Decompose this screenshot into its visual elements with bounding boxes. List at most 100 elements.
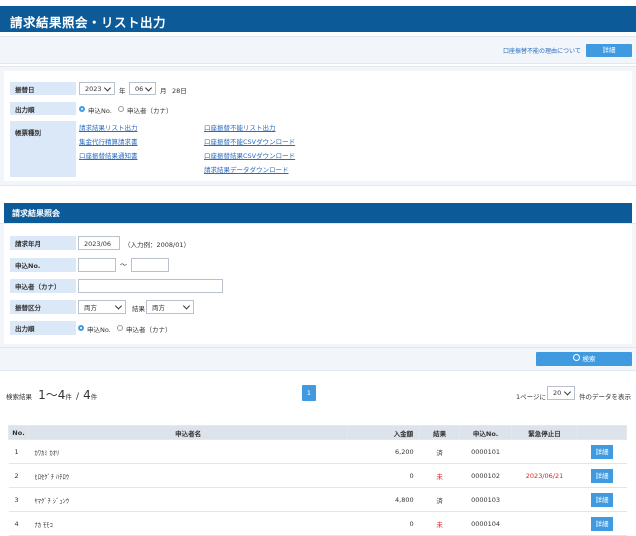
result-total-unit: 件 bbox=[90, 393, 98, 401]
order2-option-appno: 申込No. bbox=[87, 326, 111, 334]
row-stop-date: 2023/06/21 bbox=[511, 463, 578, 488]
year-select[interactable]: 2023 bbox=[79, 82, 115, 95]
row-amount: 0 bbox=[347, 463, 420, 488]
billing-month-hint: （入力例：2008/01） bbox=[124, 241, 191, 249]
result-total: 4 bbox=[83, 388, 91, 402]
row-action-cell: 詳細 bbox=[577, 439, 627, 464]
per-page-suffix: 件のデータを表示 bbox=[579, 393, 631, 401]
result-summary: 検索結果 1〜4件 / 4件 bbox=[6, 386, 206, 402]
row-name: ﾋﾛｾｸﾞﾁ ﾊﾁﾛｳ bbox=[28, 463, 348, 488]
row-result: 未 bbox=[419, 463, 460, 488]
row-amount: 6,200 bbox=[347, 439, 420, 464]
result-unit: 件 bbox=[65, 393, 72, 401]
col-no: No. bbox=[8, 425, 29, 440]
month-unit: 月 bbox=[160, 87, 167, 95]
link-collection-statement[interactable]: 集金代行精算請求書 bbox=[79, 136, 138, 146]
row-name: ｶﾜｶﾐ ｶｵﾘ bbox=[28, 439, 348, 464]
chevron-down-icon bbox=[114, 302, 123, 310]
applicant-kana-label: 申込者（カナ） bbox=[10, 279, 76, 293]
row-result: 未 bbox=[419, 511, 460, 536]
inquiry-section-title: 請求結果照会 bbox=[12, 209, 60, 218]
output-form-panel: 振替日 2023 年 06 月 28日 出力順 申込No. 申込者（カナ） 帳票… bbox=[0, 66, 636, 186]
result-slash: / bbox=[75, 392, 79, 402]
order2-radio-kana[interactable] bbox=[117, 325, 123, 331]
row-detail-button[interactable]: 詳細 bbox=[591, 468, 613, 483]
top-info-bar: 口座振替不能の理由について 詳細 bbox=[0, 36, 636, 64]
search-button[interactable]: 検索 bbox=[536, 352, 632, 366]
range-separator: 〜 bbox=[120, 261, 127, 269]
row-amount: 4,800 bbox=[347, 487, 420, 512]
row-name: ﾔﾏｸﾞﾁ ｼﾞｭﾝｳ bbox=[28, 487, 348, 512]
table-row: 4 ﾅｶ ﾓﾓｺ 0 未 0000104 詳細 bbox=[8, 511, 627, 536]
per-page-prefix: 1ページに bbox=[516, 393, 547, 401]
chevron-down-icon bbox=[144, 83, 153, 92]
row-stop-date bbox=[511, 487, 578, 512]
output-form-box: 振替日 2023 年 06 月 28日 出力順 申込No. 申込者（カナ） 帳票… bbox=[4, 71, 632, 181]
col-app-no: 申込No. bbox=[459, 425, 513, 440]
chevron-down-icon bbox=[182, 302, 191, 310]
row-app-no: 0000102 bbox=[459, 463, 512, 488]
row-action-cell: 詳細 bbox=[577, 511, 627, 536]
inquiry-form-panel: 請求年月 2023/06 （入力例：2008/01） 申込No. 〜 申込者（カ… bbox=[0, 223, 636, 349]
output-order-label-2: 出力順 bbox=[10, 321, 76, 335]
results-table: No. 申込者名 入金額 結果 申込No. 緊急停止日 1 ｶﾜｶﾐ ｶｵﾘ 6… bbox=[8, 425, 627, 536]
result-range: 1〜4 bbox=[38, 388, 66, 402]
transfer-type-label: 振替区分 bbox=[10, 300, 76, 314]
chevron-down-icon bbox=[103, 83, 112, 92]
app-no-label: 申込No. bbox=[10, 258, 76, 272]
row-action-cell: 詳細 bbox=[577, 463, 627, 488]
result-summary-label: 検索結果 bbox=[6, 393, 32, 401]
reason-detail-button[interactable]: 詳細 bbox=[586, 44, 632, 57]
table-header-row: No. 申込者名 入金額 結果 申込No. 緊急停止日 bbox=[8, 425, 627, 440]
chevron-down-icon bbox=[563, 388, 572, 396]
row-detail-button[interactable]: 詳細 bbox=[591, 492, 613, 507]
pagination-page-1[interactable]: 1 bbox=[302, 385, 316, 401]
billing-month-label: 請求年月 bbox=[10, 236, 76, 250]
row-action-cell: 詳細 bbox=[577, 487, 627, 512]
col-name: 申込者名 bbox=[27, 425, 349, 440]
row-detail-button[interactable]: 詳細 bbox=[591, 516, 613, 531]
order-option-kana: 申込者（カナ） bbox=[127, 107, 173, 115]
per-page-select[interactable]: 20 bbox=[547, 386, 575, 400]
app-no-to-input[interactable] bbox=[131, 258, 169, 272]
col-action bbox=[577, 425, 627, 440]
search-icon bbox=[572, 354, 580, 361]
table-row: 2 ﾋﾛｾｸﾞﾁ ﾊﾁﾛｳ 0 未 0000102 2023/06/21 詳細 bbox=[8, 463, 627, 488]
link-transfer-failure-list[interactable]: 口座振替不能リスト出力 bbox=[204, 122, 276, 132]
link-transfer-result-csv[interactable]: 口座振替結果CSVダウンロード bbox=[204, 150, 295, 160]
result-select[interactable]: 両方 bbox=[146, 300, 194, 314]
table-row: 3 ﾔﾏｸﾞﾁ ｼﾞｭﾝｳ 4,800 済 0000103 詳細 bbox=[8, 487, 627, 512]
order-radio-appno[interactable] bbox=[79, 106, 85, 112]
inquiry-section-header: 請求結果照会 bbox=[4, 203, 632, 223]
applicant-kana-input[interactable] bbox=[78, 279, 223, 293]
transfer-type-select[interactable]: 両方 bbox=[78, 300, 126, 314]
app-no-from-input[interactable] bbox=[78, 258, 116, 272]
page-header: 請求結果照会・リスト出力 bbox=[0, 6, 636, 32]
inquiry-form-box: 請求年月 2023/06 （入力例：2008/01） 申込No. 〜 申込者（カ… bbox=[4, 224, 632, 344]
row-app-no: 0000103 bbox=[459, 487, 512, 512]
billing-month-input[interactable]: 2023/06 bbox=[78, 236, 120, 250]
row-detail-button[interactable]: 詳細 bbox=[591, 444, 613, 459]
order2-radio-appno[interactable] bbox=[78, 325, 84, 331]
row-stop-date bbox=[511, 439, 578, 464]
row-app-no: 0000104 bbox=[459, 511, 512, 536]
link-transfer-result-notice[interactable]: 口座振替結果通知書 bbox=[79, 150, 138, 160]
form-type-label: 帳票種別 bbox=[10, 121, 76, 177]
link-billing-result-list[interactable]: 請求結果リスト出力 bbox=[79, 122, 138, 132]
row-no: 2 bbox=[8, 463, 29, 488]
row-result: 済 bbox=[419, 439, 460, 464]
col-result: 結果 bbox=[419, 425, 461, 440]
row-amount: 0 bbox=[347, 511, 420, 536]
link-billing-data-download[interactable]: 請求結果データダウンロード bbox=[204, 164, 289, 174]
transfer-date-label: 振替日 bbox=[10, 82, 76, 95]
row-app-no: 0000101 bbox=[459, 439, 512, 464]
row-no: 1 bbox=[8, 439, 29, 464]
reason-link[interactable]: 口座振替不能の理由について bbox=[503, 46, 581, 55]
month-select[interactable]: 06 bbox=[129, 82, 156, 95]
row-no: 4 bbox=[8, 511, 29, 536]
link-transfer-failure-csv[interactable]: 口座振替不能CSVダウンロード bbox=[204, 136, 295, 146]
page-title: 請求結果照会・リスト出力 bbox=[10, 15, 167, 30]
year-unit: 年 bbox=[119, 87, 126, 95]
order-radio-kana[interactable] bbox=[118, 106, 124, 112]
col-stop-date: 緊急停止日 bbox=[511, 425, 578, 440]
